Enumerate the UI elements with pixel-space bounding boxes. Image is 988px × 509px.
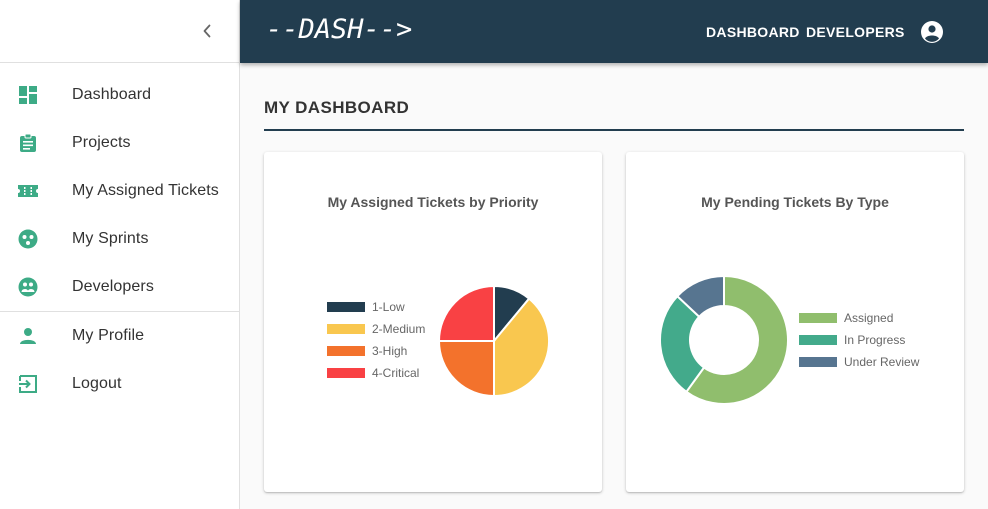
sidebar-item-label: Developers [72, 278, 154, 295]
sidebar-item-label: My Profile [72, 327, 145, 344]
legend-label[interactable]: 4-Critical [372, 366, 419, 380]
legend-swatch [799, 335, 837, 345]
pie-slice-4-critical[interactable] [437, 284, 495, 342]
sidebar-item-dashboard[interactable]: Dashboard [0, 71, 239, 119]
legend-swatch [327, 324, 365, 334]
clipboard-icon [18, 133, 38, 153]
legend-swatch [327, 368, 365, 378]
account-button[interactable] [920, 20, 944, 44]
pending-type-chart-card: My Pending Tickets By Type Assigned In Pr… [626, 152, 964, 492]
sidebar-primary-nav: Dashboard Projects My Assigned Tickets M… [0, 63, 239, 311]
priority-pie-chart: 1-Low 2-Medium 3-High 4-Critical [327, 284, 550, 398]
sidebar-item-my-sprints[interactable]: My Sprints [0, 215, 239, 263]
legend-label[interactable]: 3-High [372, 344, 407, 358]
sidebar-item-projects[interactable]: Projects [0, 119, 239, 167]
legend-label[interactable]: Under Review [844, 355, 920, 369]
collapse-sidebar-button[interactable] [196, 20, 218, 42]
legend-label[interactable]: Assigned [844, 311, 893, 325]
page-title: MY DASHBOARD [264, 98, 410, 117]
ticket-icon [18, 181, 38, 201]
brand-logo[interactable]: --DASH--> [266, 14, 412, 45]
chevron-left-icon [203, 24, 211, 38]
priority-chart-card: My Assigned Tickets by Priority 1-Low 2-M… [264, 152, 602, 492]
title-divider [264, 129, 964, 131]
sidebar: Dashboard Projects My Assigned Tickets M… [0, 0, 240, 509]
developers-icon [18, 277, 38, 297]
legend-swatch [799, 313, 837, 323]
sidebar-secondary-nav: My Profile Logout [0, 312, 239, 408]
legend-label[interactable]: 2-Medium [372, 322, 425, 336]
topnav-developers-link[interactable]: DEVELOPERS [806, 0, 905, 63]
topnav-dashboard-link[interactable]: DASHBOARD [706, 0, 800, 63]
pie-slice-3-high[interactable] [437, 340, 495, 398]
account-circle-icon [921, 21, 943, 43]
legend-swatch [327, 302, 365, 312]
sprint-icon [18, 229, 38, 249]
legend-label[interactable]: 1-Low [372, 300, 405, 314]
top-app-bar: --DASH--> DASHBOARD DEVELOPERS [240, 0, 988, 63]
sidebar-item-label: My Sprints [72, 230, 149, 247]
pending-type-donut-chart: Assigned In Progress Under Review [659, 274, 920, 405]
person-icon [18, 326, 38, 346]
sidebar-header [0, 0, 239, 63]
sidebar-item-my-profile[interactable]: My Profile [0, 312, 239, 360]
sidebar-item-developers[interactable]: Developers [0, 263, 239, 311]
sidebar-item-logout[interactable]: Logout [0, 360, 239, 408]
sidebar-item-label: Dashboard [72, 86, 152, 103]
sidebar-item-label: Projects [72, 134, 131, 151]
legend-swatch [327, 346, 365, 356]
legend-label[interactable]: In Progress [844, 333, 905, 347]
legend-swatch [799, 357, 837, 367]
dashboard-icon [18, 85, 38, 105]
sidebar-item-label: My Assigned Tickets [72, 182, 219, 199]
sidebar-item-label: Logout [72, 375, 122, 392]
sidebar-item-my-assigned-tickets[interactable]: My Assigned Tickets [0, 167, 239, 215]
logout-icon [18, 374, 38, 394]
